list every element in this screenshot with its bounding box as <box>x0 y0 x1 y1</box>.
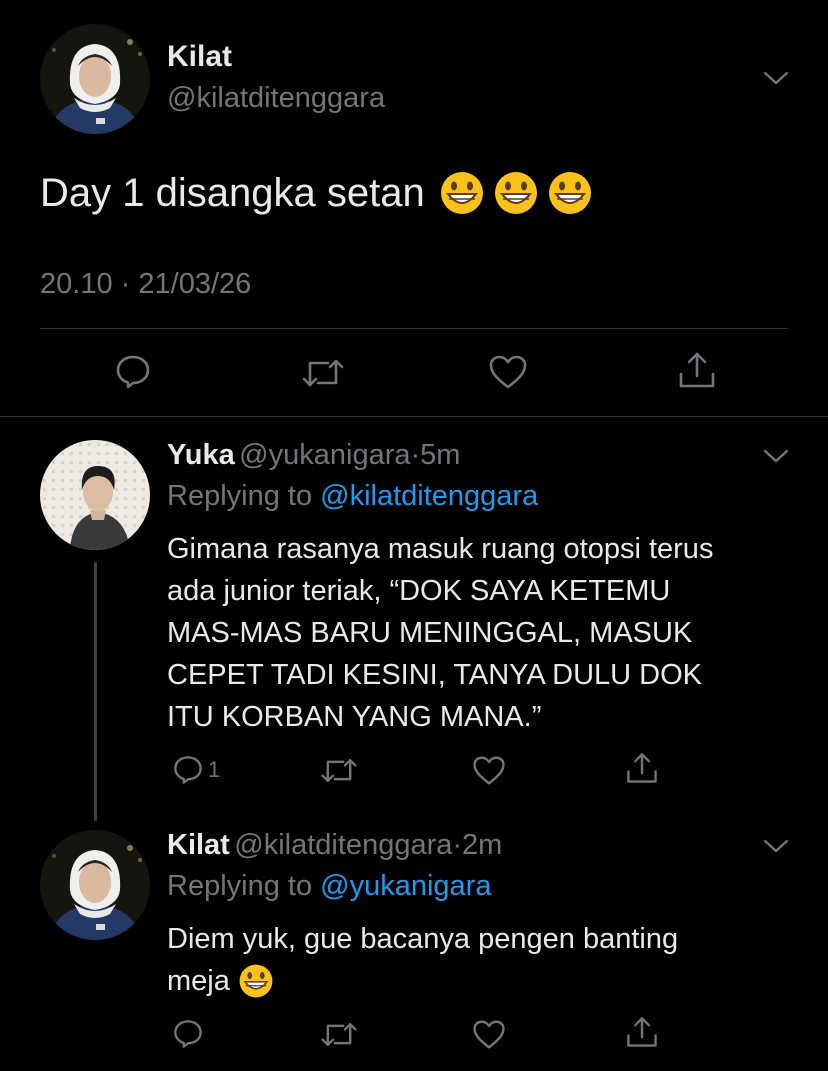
like-icon <box>472 755 506 786</box>
tweet-time: 20.10 <box>40 268 113 300</box>
thread-line <box>94 562 97 821</box>
replying-to: Replying to @yukanigara <box>167 870 491 903</box>
grinning-face-icon <box>547 170 593 216</box>
reply-author-handle[interactable]: @yukanigara <box>239 439 410 471</box>
reply-button[interactable] <box>172 1018 204 1050</box>
reply-text-line: CEPET TADI KESINI, TANYA DULU DOK <box>167 659 703 691</box>
like-button[interactable] <box>488 354 528 390</box>
reply-text-line: ITU KORBAN YANG MANA.” <box>167 701 542 733</box>
like-button[interactable] <box>472 755 506 786</box>
reply-text-line: ada junior teriak, “DOK SAYA KETEMU <box>167 575 671 607</box>
reply-text-line: Gimana rasanya masuk ruang otopsi terus <box>167 533 714 565</box>
reply-text-line: meja <box>167 965 230 997</box>
like-button[interactable] <box>472 1019 506 1050</box>
tweet-timestamp[interactable]: 20.10 · 21/03/26 <box>40 268 251 301</box>
reply-text-line: MAS-MAS BARU MENINGGAL, MASUK <box>167 617 693 649</box>
retweet-icon <box>320 755 358 786</box>
reply-author-handle[interactable]: @kilatditenggara <box>234 829 452 861</box>
reply-text: Diem yuk, gue bacanya pengen banting mej… <box>167 918 678 1002</box>
meta-separator: · <box>120 268 131 300</box>
reply-icon <box>114 353 152 391</box>
replying-label: Replying to <box>167 480 313 512</box>
reply-header: Kilat @kilatditenggara·2m <box>167 829 502 862</box>
reply-age[interactable]: 2m <box>462 829 502 861</box>
retweet-button[interactable] <box>320 755 358 786</box>
reply-header: Yuka @yukanigara·5m <box>167 439 460 472</box>
share-icon <box>625 1015 659 1049</box>
chevron-down-icon[interactable] <box>763 448 789 469</box>
grinning-face-icon <box>493 170 539 216</box>
replying-to: Replying to @kilatditenggara <box>167 480 538 513</box>
like-icon <box>488 354 528 390</box>
grinning-face-icon <box>439 170 485 216</box>
meta-separator: · <box>452 829 463 861</box>
retweet-icon <box>320 1019 358 1050</box>
share-button[interactable] <box>625 1015 659 1049</box>
kilat-avatar[interactable] <box>40 24 150 134</box>
tweet-date: 21/03/26 <box>138 268 252 300</box>
tweet-text-content: Day 1 disangka setan <box>40 170 425 215</box>
chevron-down-icon[interactable] <box>763 838 789 859</box>
emoji-group <box>439 170 593 216</box>
divider <box>0 416 828 417</box>
author-name[interactable]: Kilat <box>167 40 232 74</box>
replying-to-link[interactable]: @yukanigara <box>320 870 491 902</box>
reply-age[interactable]: 5m <box>420 439 460 471</box>
share-icon <box>677 350 717 390</box>
reply-text-line: Diem yuk, gue bacanya pengen banting <box>167 923 679 955</box>
reply-icon <box>172 754 204 786</box>
reply-author-name[interactable]: Kilat <box>167 829 230 861</box>
reply-button[interactable]: 1 <box>172 754 220 786</box>
share-icon <box>625 751 659 785</box>
reply-text-line-wrap: meja <box>167 960 678 1002</box>
author-handle[interactable]: @kilatditenggara <box>167 82 385 115</box>
retweet-button[interactable] <box>320 1019 358 1050</box>
reply-icon <box>172 1018 204 1050</box>
kilat-avatar[interactable] <box>40 830 150 940</box>
divider <box>40 328 788 329</box>
reply-text: Gimana rasanya masuk ruang otopsi terus … <box>167 528 713 738</box>
reply-count: 1 <box>208 757 221 782</box>
replying-to-link[interactable]: @kilatditenggara <box>320 480 538 512</box>
share-button[interactable] <box>677 350 717 390</box>
reply-author-name[interactable]: Yuka <box>167 439 235 471</box>
yuka-avatar[interactable] <box>40 440 150 550</box>
replying-label: Replying to <box>167 870 313 902</box>
chevron-down-icon[interactable] <box>763 70 789 91</box>
like-icon <box>472 1019 506 1050</box>
share-button[interactable] <box>625 751 659 785</box>
retweet-button[interactable] <box>301 355 345 391</box>
retweet-icon <box>301 355 345 391</box>
meta-separator: · <box>410 439 421 471</box>
reply-button[interactable] <box>114 353 152 391</box>
tweet-text: Day 1 disangka setan <box>40 170 593 216</box>
grinning-face-icon <box>238 963 274 999</box>
